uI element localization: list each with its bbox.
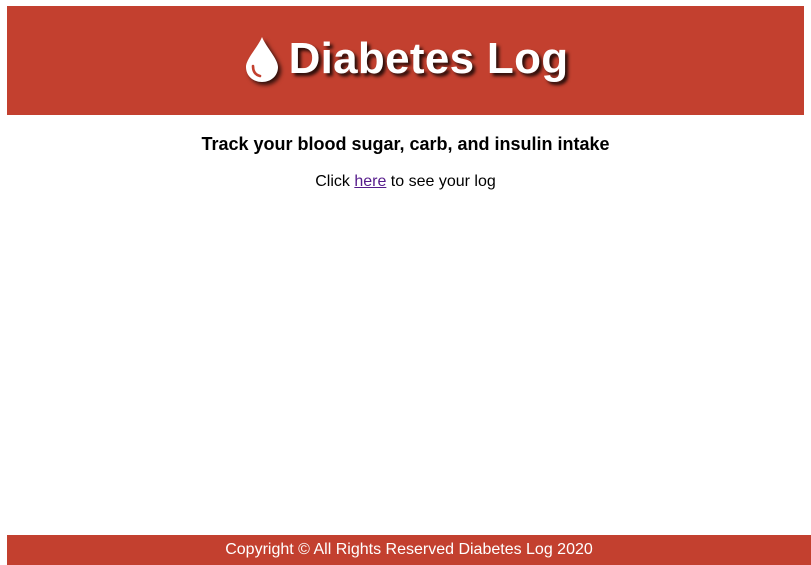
cta-prefix: Click [315,173,355,190]
view-log-link[interactable]: here [354,173,386,190]
site-title: Diabetes Log [288,34,569,83]
tagline: Track your blood sugar, carb, and insuli… [201,134,610,154]
page: Diabetes Log Track your blood sugar, car… [0,0,811,565]
log-call-to-action: Click here to see your log [0,173,811,191]
site-footer: Copyright © All Rights Reserved Diabetes… [7,535,811,565]
brand: Diabetes Log [243,35,569,83]
cta-suffix: to see your log [386,173,496,190]
site-header: Diabetes Log [7,6,804,115]
blood-drop-icon [243,35,281,83]
copyright-text: Copyright © All Rights Reserved Diabetes… [225,541,593,558]
